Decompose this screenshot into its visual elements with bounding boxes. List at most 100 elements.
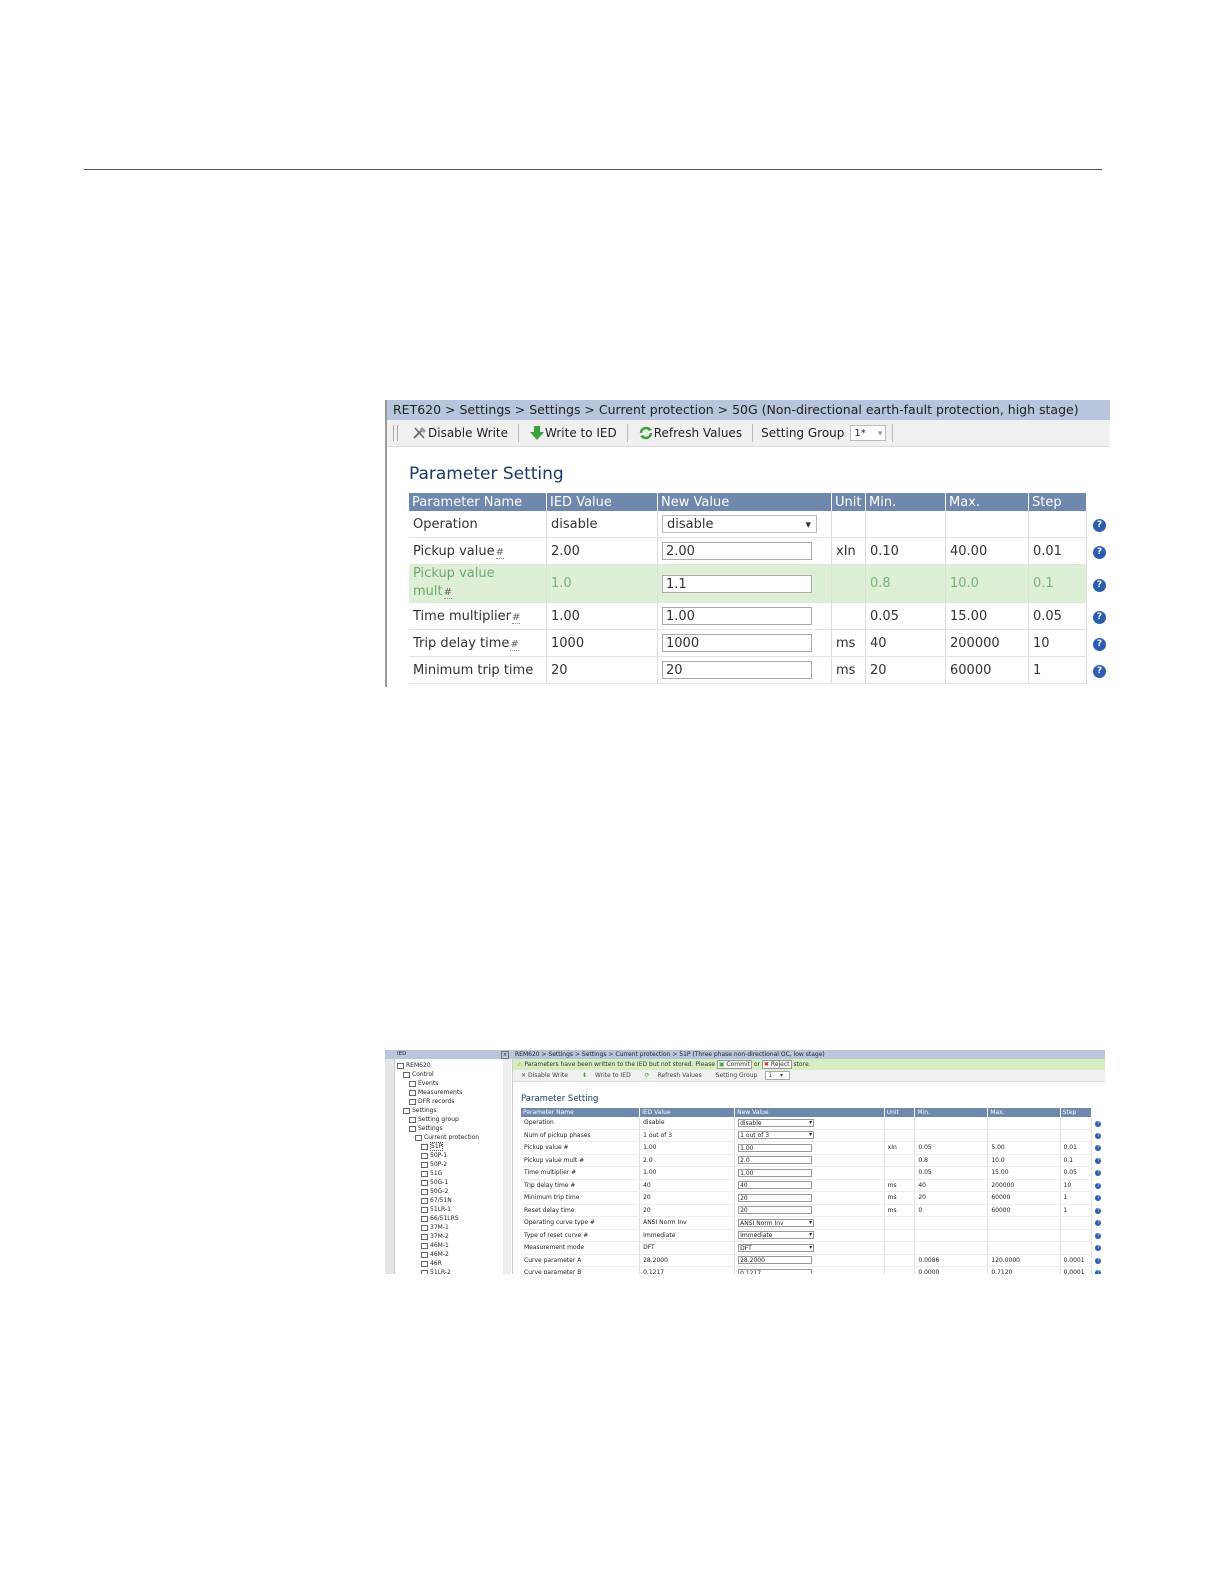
tree-item[interactable]: 51P bbox=[397, 1142, 479, 1151]
folder-icon bbox=[421, 1269, 428, 1274]
value-select[interactable]: Immediate bbox=[738, 1231, 815, 1240]
tree-item[interactable]: 46M-2 bbox=[397, 1250, 479, 1259]
reject-button[interactable]: ✖ Reject bbox=[761, 1060, 792, 1069]
value-select[interactable]: ANSI Norm Inv bbox=[738, 1218, 815, 1227]
help-icon[interactable]: ? bbox=[1095, 1170, 1102, 1177]
value-input[interactable]: 28.2000 bbox=[738, 1256, 813, 1265]
value-select[interactable]: DFT bbox=[738, 1243, 815, 1252]
refresh-values-button[interactable]: Refresh Values bbox=[632, 422, 748, 444]
value-input[interactable]: 1.00 bbox=[738, 1168, 813, 1177]
help-icon[interactable]: ? bbox=[1093, 665, 1106, 678]
value-input[interactable]: 20 bbox=[738, 1206, 813, 1215]
screenshot-51p-parameter-setting: IED × REM620 Control Events Measurements DFR… bbox=[385, 1050, 1105, 1274]
setting-group-select[interactable]: 1 ▾ bbox=[765, 1071, 790, 1080]
help-icon[interactable]: ? bbox=[1095, 1195, 1102, 1202]
tree-item[interactable]: 67/51N bbox=[397, 1196, 479, 1205]
folder-icon bbox=[421, 1206, 428, 1213]
table-header: Parameter Name IED Value New Value Unit … bbox=[409, 493, 1110, 511]
value-input[interactable]: 1.00 bbox=[738, 1143, 813, 1152]
help-icon[interactable]: ? bbox=[1095, 1257, 1102, 1264]
tree-scrollbar[interactable] bbox=[503, 1059, 511, 1274]
value-select[interactable]: 1 out of 3 bbox=[738, 1131, 815, 1140]
table-row: Minimum trip time 20 20 ms 20 60000 1 ? bbox=[409, 656, 1110, 684]
tree-item[interactable]: 46M-1 bbox=[397, 1241, 479, 1250]
help-icon[interactable]: ? bbox=[1095, 1270, 1102, 1274]
help-icon[interactable]: ? bbox=[1093, 638, 1106, 651]
write-to-ied-button[interactable]: ⬇ Write to IED bbox=[582, 1072, 637, 1079]
table-row: Reset delay time 20 20 ms 0 60000 1? bbox=[521, 1204, 1105, 1217]
tree-item[interactable]: 50G-1 bbox=[397, 1178, 479, 1187]
tree-item[interactable]: Events bbox=[397, 1079, 479, 1088]
tree-item[interactable]: 37M-1 bbox=[397, 1223, 479, 1232]
close-icon[interactable]: × bbox=[501, 1051, 509, 1059]
help-icon[interactable]: ? bbox=[1095, 1120, 1102, 1127]
help-icon[interactable]: ? bbox=[1093, 519, 1106, 533]
help-icon[interactable]: ? bbox=[1093, 611, 1106, 624]
minimum-trip-time-input[interactable]: 20 bbox=[662, 661, 812, 679]
tree-item[interactable]: 50G-2 bbox=[397, 1187, 479, 1196]
write-to-ied-button[interactable]: Write to IED bbox=[523, 422, 623, 444]
operation-select[interactable]: disable bbox=[662, 515, 817, 534]
pickup-value-mult-input[interactable]: 1.1 bbox=[662, 574, 812, 593]
toolbar: Disable Write Write to IED Refresh Value… bbox=[387, 420, 1110, 447]
screenshot-50g-parameter-setting: RET620 > Settings > Settings > Current p… bbox=[385, 400, 1110, 687]
trip-delay-time-input[interactable]: 1000 bbox=[662, 634, 812, 652]
help-icon[interactable]: ? bbox=[1095, 1245, 1102, 1252]
help-icon[interactable]: ? bbox=[1095, 1220, 1102, 1227]
setting-group-select[interactable]: 1* bbox=[850, 425, 887, 442]
pickup-value-input[interactable]: 2.00 bbox=[662, 542, 812, 560]
tree-item[interactable]: 46R bbox=[397, 1259, 479, 1268]
tree-item[interactable]: DFR records bbox=[397, 1097, 479, 1106]
table-row: Pickup value #1.00 1.00 xIn 0.05 5.00 0.01? bbox=[521, 1141, 1105, 1155]
value-input[interactable]: 20 bbox=[738, 1193, 813, 1202]
value-select[interactable]: disable bbox=[738, 1118, 815, 1127]
tree-item[interactable]: 66/51LRS bbox=[397, 1214, 479, 1223]
tree-item[interactable]: Settings bbox=[397, 1106, 479, 1115]
table-row: Time multiplier #1.00 1.00 0.05 15.00 0.05? bbox=[521, 1166, 1105, 1180]
tree-item[interactable]: 50P-1 bbox=[397, 1151, 479, 1160]
folder-icon bbox=[409, 1089, 416, 1096]
value-input[interactable]: 0.1217 bbox=[738, 1268, 813, 1274]
help-icon[interactable]: ? bbox=[1093, 546, 1106, 559]
tree-item[interactable]: 51LR-1 bbox=[397, 1205, 479, 1214]
disable-write-button[interactable]: Disable Write bbox=[406, 422, 514, 444]
value-input[interactable]: 40 bbox=[738, 1181, 813, 1190]
warning-icon: ⚠ bbox=[517, 1061, 523, 1068]
help-icon[interactable]: ? bbox=[1095, 1145, 1102, 1152]
notice-bar: ⚠ Parameters have been written to the IE… bbox=[513, 1059, 1105, 1070]
parameter-table: Parameter Name IED Value New Value Unit … bbox=[521, 1108, 1105, 1274]
tree-item[interactable]: Setting group bbox=[397, 1115, 479, 1124]
folder-icon bbox=[415, 1134, 422, 1141]
parameter-table: Parameter Name IED Value New Value Unit … bbox=[409, 493, 1110, 684]
help-icon[interactable]: ? bbox=[1093, 578, 1106, 592]
table-row: Operationdisabledisable? bbox=[521, 1117, 1105, 1130]
table-row: Operating curve type # ANSI Norm Inv ANSI … bbox=[521, 1216, 1105, 1230]
tree-item[interactable]: 51G bbox=[397, 1169, 479, 1178]
help-icon[interactable]: ? bbox=[1095, 1157, 1102, 1164]
table-row: Num of pickup phases 1 out of 31 out of 3… bbox=[521, 1129, 1105, 1142]
tree-item[interactable]: Control bbox=[397, 1070, 479, 1079]
commit-button[interactable]: ▣ Commit bbox=[716, 1060, 752, 1069]
tree-item[interactable]: 51LR-2 bbox=[397, 1268, 479, 1274]
table-header: Parameter Name IED Value New Value Unit … bbox=[521, 1108, 1105, 1117]
time-multiplier-input[interactable]: 1.00 bbox=[662, 607, 812, 625]
help-icon[interactable]: ? bbox=[1095, 1132, 1102, 1139]
table-row-highlighted: Pickup value mult# 1.0 1.1 0.8 10.0 0.1 … bbox=[409, 564, 1110, 603]
tree-item[interactable]: Current protection bbox=[397, 1133, 479, 1142]
tree-item[interactable]: Settings bbox=[397, 1124, 479, 1133]
tree-items: REM620 Control Events Measurements DFR recor… bbox=[397, 1061, 479, 1274]
tree-item[interactable]: 37M-2 bbox=[397, 1232, 479, 1241]
value-input[interactable]: 2.0 bbox=[738, 1156, 813, 1165]
tree-item[interactable]: 50P-2 bbox=[397, 1160, 479, 1169]
help-icon[interactable]: ? bbox=[1095, 1232, 1102, 1239]
refresh-values-button[interactable]: ⟳ Refresh Values bbox=[645, 1072, 708, 1079]
tree-item[interactable]: REM620 bbox=[397, 1061, 479, 1070]
folder-icon bbox=[421, 1143, 428, 1150]
disable-write-button[interactable]: ✕ Disable Write bbox=[521, 1072, 574, 1079]
tree-item[interactable]: Measurements bbox=[397, 1088, 479, 1097]
breadcrumb: REM620 > Settings > Settings > Current p… bbox=[513, 1050, 1105, 1059]
help-icon[interactable]: ? bbox=[1095, 1207, 1102, 1214]
folder-icon bbox=[403, 1071, 410, 1078]
help-icon[interactable]: ? bbox=[1095, 1182, 1102, 1189]
refresh-icon bbox=[639, 426, 652, 440]
